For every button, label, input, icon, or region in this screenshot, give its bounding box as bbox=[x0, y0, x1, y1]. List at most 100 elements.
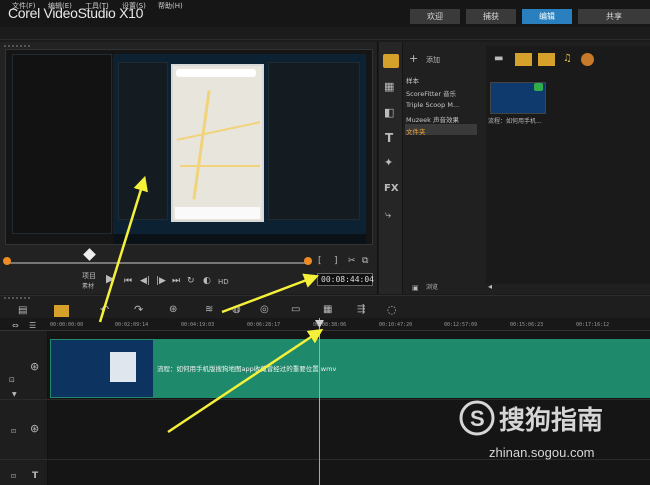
phone-map-screenshot bbox=[171, 64, 264, 222]
panel-grip[interactable] bbox=[4, 45, 30, 47]
ruler-tick: 00:00:00:00 bbox=[50, 322, 84, 328]
storyboard-view-icon[interactable]: ▤ bbox=[18, 306, 27, 316]
library-thumbnail-label: 流程：如何用手机... bbox=[488, 118, 542, 125]
ruler-tick: 00:02:09:14 bbox=[115, 322, 149, 328]
home-icon[interactable]: ⏮ bbox=[124, 276, 132, 286]
check-icon bbox=[534, 83, 543, 91]
overlay-track-lock-icon[interactable]: ⊡ bbox=[11, 427, 16, 437]
tab-share[interactable]: 共享 bbox=[578, 9, 650, 24]
redo-icon[interactable]: ↷ bbox=[134, 304, 143, 315]
mark-out-icon[interactable]: ] bbox=[334, 256, 338, 266]
map-bottom-bar bbox=[175, 207, 260, 219]
trim-start-handle[interactable] bbox=[3, 257, 11, 265]
split-screen-icon[interactable]: ▦ bbox=[323, 305, 332, 315]
ruler-tick: 00:15:06:23 bbox=[510, 322, 544, 328]
menu-file[interactable]: 文件(F) bbox=[12, 1, 36, 11]
add-folder-icon[interactable]: + bbox=[409, 53, 418, 64]
timeline-view-icon[interactable] bbox=[54, 305, 69, 317]
prev-frame-icon[interactable]: ◀| bbox=[140, 276, 150, 286]
clip-thumbnail-window bbox=[110, 352, 136, 382]
svg-text:S: S bbox=[470, 406, 485, 431]
record-capture-icon[interactable]: ⊛ bbox=[169, 305, 177, 315]
add-folder-label[interactable]: 添加 bbox=[426, 55, 440, 65]
resize-icon[interactable]: ⧉ bbox=[362, 256, 368, 266]
path-icon[interactable]: ⤷ bbox=[385, 209, 391, 220]
fit-project-icon[interactable]: ⇔ bbox=[12, 321, 19, 331]
timecode-display[interactable]: 00:08:44:04 bbox=[317, 273, 374, 286]
mark-in-icon[interactable]: [ bbox=[318, 256, 322, 266]
transition-icon[interactable]: ◧ bbox=[384, 107, 394, 118]
tree-item-scorefitter[interactable]: ScoreFitter 音乐 bbox=[406, 88, 480, 98]
video-track-icon[interactable]: ⊛ bbox=[30, 361, 39, 372]
tree-item-folder[interactable]: 文件夹 bbox=[406, 126, 480, 136]
watermark-url: zhinan.sogou.com bbox=[489, 445, 595, 460]
end-icon[interactable]: ⏭ bbox=[172, 276, 180, 286]
timeline-grip[interactable] bbox=[4, 297, 30, 299]
folder-icon[interactable]: ▬ bbox=[494, 54, 503, 64]
mode-project-label[interactable]: 项目 bbox=[82, 271, 96, 281]
split-clip-icon[interactable]: ✂ bbox=[348, 256, 356, 266]
next-frame-icon[interactable]: |▶ bbox=[156, 276, 166, 286]
menu-settings[interactable]: 设置(S) bbox=[122, 1, 146, 11]
undo-icon[interactable]: ↶ bbox=[100, 304, 109, 315]
tree-item-muzeek[interactable]: Muzeek 声音效果 bbox=[406, 114, 480, 124]
ruler-tick: 00:04:19:03 bbox=[181, 322, 215, 328]
watermark-brand: 搜狗指南 bbox=[499, 406, 603, 436]
menu-help[interactable]: 帮助(H) bbox=[158, 1, 183, 11]
desktop-window-left bbox=[118, 62, 168, 220]
preview-left-dark-area bbox=[12, 54, 112, 234]
tab-capture[interactable]: 捕获 bbox=[466, 9, 516, 24]
motion-tracking-icon[interactable]: ◍ bbox=[232, 305, 241, 315]
play-icon[interactable]: ▶ bbox=[106, 273, 114, 284]
show-photo-icon[interactable] bbox=[538, 53, 555, 66]
media-category-icon[interactable] bbox=[383, 54, 399, 68]
browse-label[interactable]: 浏览 bbox=[426, 283, 438, 293]
tab-edit[interactable]: 编辑 bbox=[522, 9, 572, 24]
timeline-playhead[interactable] bbox=[319, 318, 320, 485]
overlay-track-icon[interactable]: ⊛ bbox=[30, 423, 39, 434]
fx-filter-icon[interactable]: FX bbox=[384, 184, 399, 194]
instant-project-icon[interactable]: ▦ bbox=[384, 81, 394, 92]
menu-tools[interactable]: 工具(T) bbox=[85, 1, 109, 11]
desktop-taskbar bbox=[113, 234, 366, 244]
browse-icon[interactable]: ▣ bbox=[412, 283, 419, 293]
show-audio-icon[interactable]: ♫ bbox=[563, 54, 572, 64]
hd-toggle[interactable]: HD bbox=[218, 277, 229, 287]
title-icon[interactable]: T bbox=[385, 132, 393, 144]
repeat-icon[interactable]: ↻ bbox=[187, 276, 195, 286]
desktop-window-right bbox=[268, 62, 360, 220]
tab-welcome[interactable]: 欢迎 bbox=[410, 9, 460, 24]
mask-icon[interactable]: ◌ bbox=[387, 304, 397, 315]
watermark-logo: S 搜狗指南 bbox=[459, 400, 603, 436]
title-track-lock-icon[interactable]: ⊡ bbox=[11, 472, 16, 482]
sort-icon[interactable] bbox=[581, 53, 594, 66]
video-track-lock-icon[interactable]: ⊡ bbox=[9, 375, 15, 385]
show-video-icon[interactable] bbox=[515, 53, 532, 66]
scrubber-track[interactable] bbox=[6, 262, 310, 264]
ruler-tick: 00:06:28:17 bbox=[247, 322, 281, 328]
track-headers bbox=[0, 331, 48, 485]
mode-clip-label[interactable]: 素材 bbox=[82, 282, 94, 292]
tree-item-triple-scoop[interactable]: Triple Scoop M... bbox=[406, 101, 480, 109]
map-road bbox=[180, 165, 260, 167]
volume-icon[interactable]: ◐ bbox=[203, 276, 211, 286]
video-clip-label: 流程：如何用手机版搜狗地图app收藏曾经过的重要位置.wmv bbox=[157, 365, 337, 373]
ruler-tick: 00:17:16:12 bbox=[576, 322, 610, 328]
collapse-icon[interactable]: ◂ bbox=[488, 282, 492, 292]
trim-end-handle[interactable] bbox=[304, 257, 312, 265]
ruler-tick: 00:10:47:20 bbox=[379, 322, 413, 328]
video-clip-thumbnail bbox=[51, 340, 153, 397]
menu-edit[interactable]: 编辑(E) bbox=[48, 1, 72, 11]
tree-item-samples[interactable]: 样本 bbox=[406, 75, 480, 85]
audio-mixer-icon[interactable]: ≋ bbox=[205, 305, 213, 315]
menu-bar bbox=[0, 27, 650, 40]
ruler-tick: 00:12:57:09 bbox=[444, 322, 478, 328]
time-remap-icon[interactable]: ⇶ bbox=[357, 305, 365, 315]
subtitle-icon[interactable]: ◎ bbox=[260, 305, 269, 315]
video-track-expand-icon[interactable]: ▼ bbox=[12, 390, 17, 400]
map-search-bar bbox=[176, 69, 256, 77]
multicam-icon[interactable]: ▭ bbox=[291, 305, 300, 315]
graphics-icon[interactable]: ✦ bbox=[384, 157, 393, 168]
track-manager-icon[interactable]: ☰ bbox=[29, 321, 36, 331]
title-track-icon[interactable]: T bbox=[32, 471, 38, 481]
